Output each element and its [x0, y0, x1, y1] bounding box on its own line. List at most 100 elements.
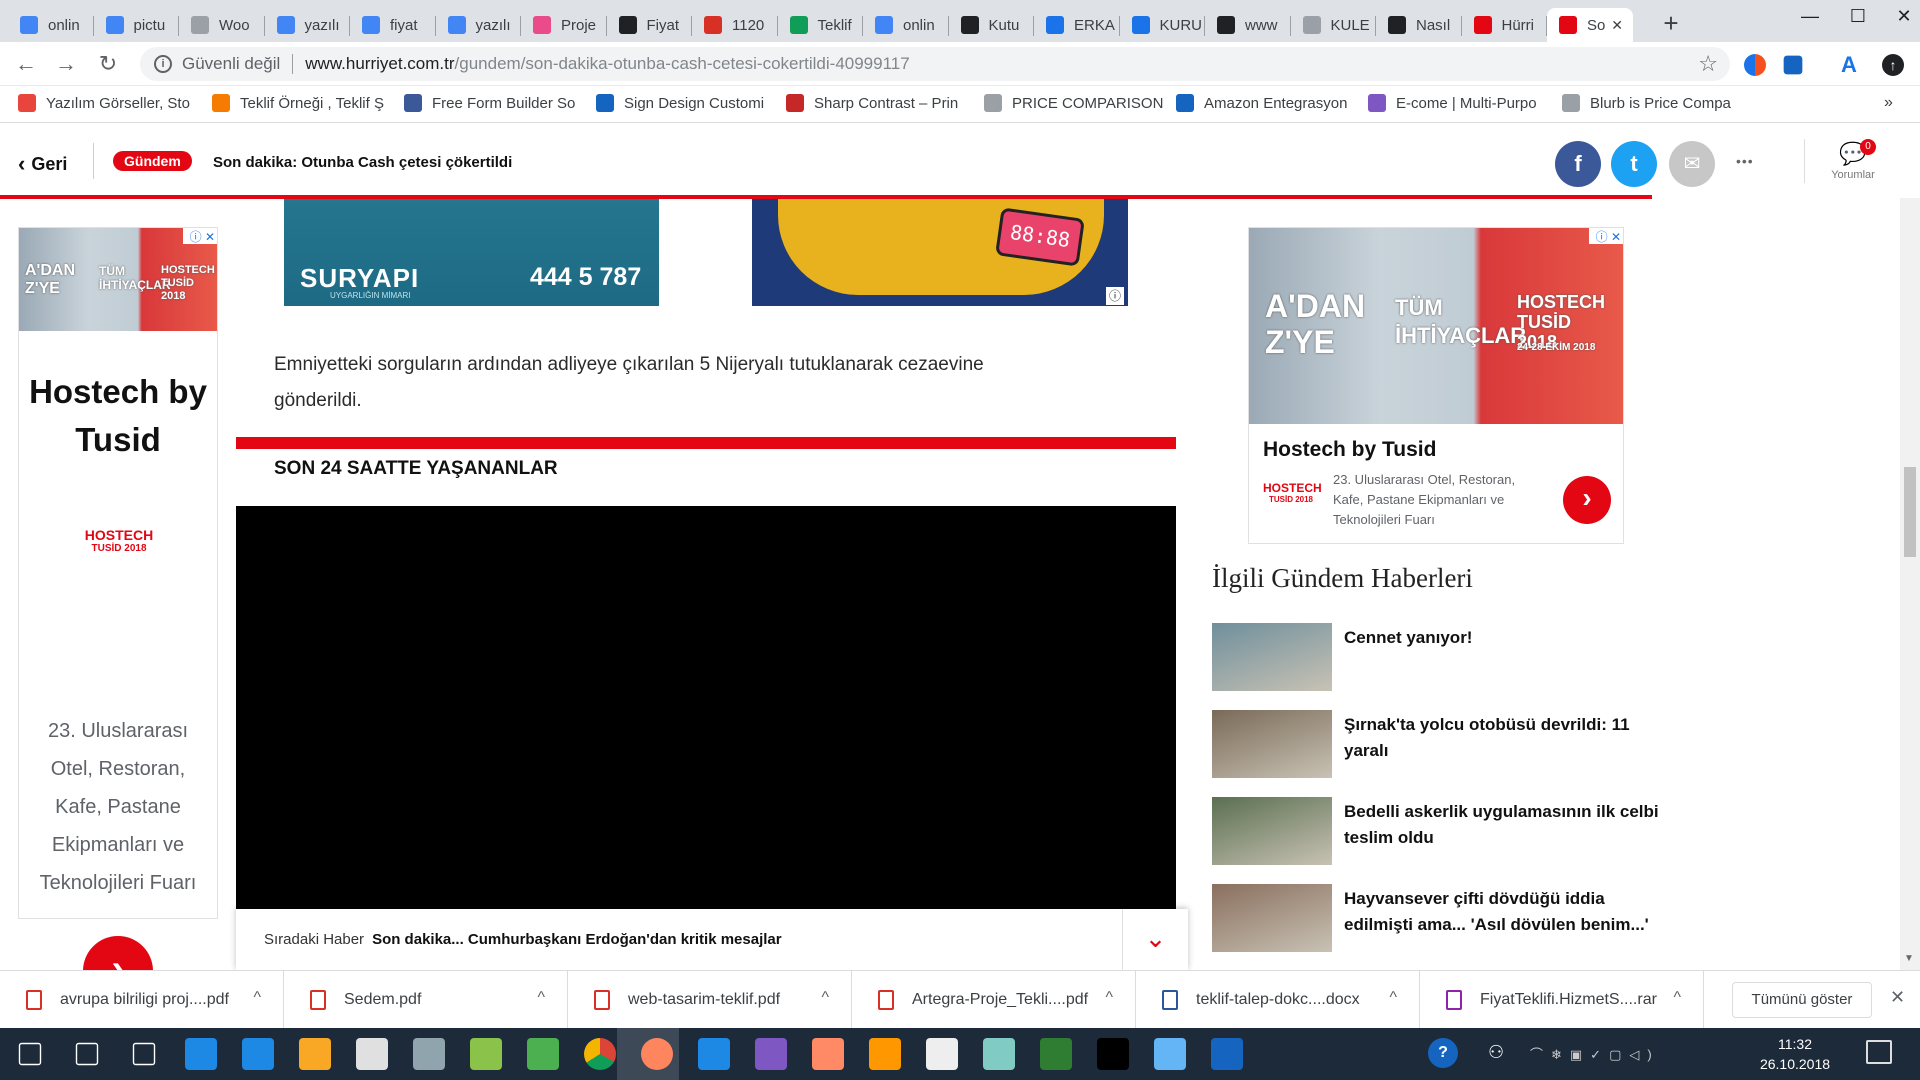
tab-9[interactable]: 1120 — [692, 8, 778, 42]
bookmark-item[interactable]: Free Form Builder So — [404, 94, 586, 112]
tab-14[interactable]: KURU — [1120, 8, 1205, 42]
tab-18[interactable]: Hürri — [1462, 8, 1547, 42]
forward-arrow-icon[interactable]: → — [52, 50, 80, 78]
scroll-down-arrow-icon[interactable]: ▼ — [1904, 953, 1914, 964]
bookmark-item[interactable]: Blurb is Price Compa — [1562, 94, 1744, 112]
notifications-icon[interactable] — [1866, 1040, 1892, 1064]
tab-13[interactable]: ERKA — [1034, 8, 1120, 42]
notepad-icon[interactable] — [983, 1038, 1015, 1070]
news-thumbnail[interactable] — [1212, 623, 1332, 691]
tab-11[interactable]: onlin — [863, 8, 949, 42]
close-downloads-icon[interactable]: ✕ — [1890, 987, 1905, 1008]
ad-choices-icon[interactable]: ⓘ ✕ — [1589, 228, 1623, 244]
chrome-icon[interactable] — [584, 1038, 616, 1070]
chevron-up-icon[interactable]: ^ — [1389, 989, 1397, 1007]
related-news-item[interactable]: Şırnak'ta yolcu otobüsü devrildi: 11 yar… — [1212, 710, 1672, 778]
news-thumbnail[interactable] — [1212, 884, 1332, 952]
chevron-up-icon[interactable]: ^ — [821, 989, 829, 1007]
news-title[interactable]: Cennet yanıyor! — [1344, 625, 1664, 651]
system-tray-icons[interactable]: ⌒❄▣✓▢◁) — [1530, 1044, 1660, 1063]
bookmark-item[interactable]: Amazon Entegrasyon — [1176, 94, 1358, 112]
tab-10[interactable]: Teklif — [778, 8, 863, 42]
edge-icon[interactable] — [242, 1038, 274, 1070]
download-item[interactable]: Artegra-Proje_Tekli....pdf ^ — [852, 971, 1136, 1029]
close-tab-icon[interactable]: ✕ — [1611, 17, 1623, 34]
ad-arrow-button[interactable]: › — [1563, 476, 1611, 524]
word-icon[interactable] — [1211, 1038, 1243, 1070]
facebook-share-icon[interactable]: f — [1555, 141, 1601, 187]
more-options-icon[interactable]: ••• — [1736, 153, 1754, 169]
tab-17[interactable]: Nasıl — [1376, 8, 1462, 42]
next-news-bar[interactable]: Sıradaki Haber Son dakika... Cumhurbaşka… — [236, 909, 1188, 970]
extension-icon[interactable] — [1744, 54, 1766, 76]
tab-12[interactable]: Kutu — [949, 8, 1034, 42]
bookmark-item[interactable]: Teklif Örneği , Teklif Ş — [212, 94, 394, 112]
bookmark-item[interactable]: Sharp Contrast – Prin — [786, 94, 968, 112]
chevron-up-icon[interactable]: ^ — [537, 989, 545, 1007]
ad-choices-icon[interactable]: ⓘ ✕ — [183, 228, 217, 244]
tab-1[interactable]: onlin — [8, 8, 94, 42]
tab-19[interactable]: So ✕ — [1547, 8, 1633, 42]
tab-16[interactable]: KULE — [1291, 8, 1376, 42]
scrollbar[interactable]: ▼ — [1900, 123, 1920, 970]
download-item[interactable]: teklif-talep-dokc....docx ^ — [1136, 971, 1420, 1029]
tab-5[interactable]: fiyat — [350, 8, 436, 42]
clock[interactable]: 11:32 26.10.2018 — [1740, 1034, 1850, 1074]
close-window-button[interactable]: ✕ — [1884, 6, 1920, 36]
new-tab-button[interactable]: + — [1656, 10, 1686, 40]
bookmark-star-icon[interactable]: ☆ — [1698, 51, 1718, 77]
excel-icon[interactable] — [527, 1038, 559, 1070]
back-link[interactable]: ‹ Geri — [18, 151, 67, 177]
bookmark-item[interactable]: E-come | Multi-Purpo — [1368, 94, 1550, 112]
visual-studio-icon[interactable] — [755, 1038, 787, 1070]
news-thumbnail[interactable] — [1212, 797, 1332, 865]
news-thumbnail[interactable] — [1212, 710, 1332, 778]
reload-icon[interactable]: ↻ — [94, 50, 122, 78]
chevron-up-icon[interactable]: ^ — [1105, 989, 1113, 1007]
related-news-item[interactable]: Hayvansever çifti dövdüğü iddia edilmişt… — [1212, 884, 1672, 952]
tab-3[interactable]: Woo — [179, 8, 265, 42]
more-bookmarks-icon[interactable]: » — [1884, 94, 1893, 112]
download-item[interactable]: avrupa bilriligi proj....pdf ^ — [0, 971, 284, 1029]
chevron-up-icon[interactable]: ^ — [253, 989, 261, 1007]
people-icon[interactable]: ⚇ — [1488, 1042, 1504, 1063]
extension-icon[interactable] — [1783, 55, 1803, 75]
tab-8[interactable]: Fiyat — [607, 8, 692, 42]
maximize-window-button[interactable]: ☐ — [1838, 6, 1878, 36]
show-all-downloads-button[interactable]: Tümünü göster — [1732, 982, 1872, 1018]
tab-4[interactable]: yazılı — [265, 8, 350, 42]
photo-icon[interactable] — [1154, 1038, 1186, 1070]
menu-icon[interactable]: ↑ — [1882, 54, 1904, 76]
bookmark-item[interactable]: Sign Design Customi — [596, 94, 778, 112]
ad-arrow-button[interactable]: › — [83, 936, 153, 970]
download-item[interactable]: Sedem.pdf ^ — [284, 971, 568, 1029]
video-player[interactable] — [236, 506, 1176, 970]
help-icon[interactable]: ? — [1428, 1038, 1458, 1068]
skype-icon[interactable] — [185, 1038, 217, 1070]
mail-icon[interactable] — [413, 1038, 445, 1070]
task-view-icon[interactable] — [132, 1042, 156, 1066]
news-title[interactable]: Bedelli askerlik uygulamasının ilk celbi… — [1344, 799, 1664, 851]
download-item[interactable]: FiyatTeklifi.HizmetS....rar ^ — [1420, 971, 1704, 1029]
news-title[interactable]: Şırnak'ta yolcu otobüsü devrildi: 11 yar… — [1344, 712, 1664, 764]
info-icon[interactable]: i — [154, 55, 172, 73]
minimize-window-button[interactable]: — — [1790, 6, 1830, 36]
chevron-up-icon[interactable]: ^ — [1673, 989, 1681, 1007]
twitter-share-icon[interactable]: t — [1611, 141, 1657, 187]
comments-button[interactable]: 💬 0 Yorumlar — [1818, 139, 1888, 181]
extension-icon[interactable]: A — [1838, 54, 1860, 76]
paint-icon[interactable] — [812, 1038, 844, 1070]
url-input[interactable]: i Güvenli değil www.hurriyet.com.tr/gund… — [140, 47, 1730, 81]
ad-info-icon[interactable]: ⓘ — [1106, 287, 1124, 305]
bookmark-item[interactable]: PRICE COMPARISON — [984, 94, 1166, 112]
download-item[interactable]: web-tasarim-teklif.pdf ^ — [568, 971, 852, 1029]
tab-6[interactable]: yazılı — [436, 8, 521, 42]
search-icon[interactable] — [75, 1042, 99, 1066]
outlook-icon[interactable] — [470, 1038, 502, 1070]
bookmark-item[interactable]: Yazılım Görseller, Sto — [18, 94, 200, 112]
left-ad[interactable]: A'DAN Z'YE TÜM İHTİYAÇLAR HOSTECH TUSİD … — [18, 227, 218, 970]
file-explorer-icon[interactable] — [299, 1038, 331, 1070]
excel-icon[interactable] — [1040, 1038, 1072, 1070]
bluestacks-icon[interactable] — [698, 1038, 730, 1070]
game-icon[interactable] — [869, 1038, 901, 1070]
